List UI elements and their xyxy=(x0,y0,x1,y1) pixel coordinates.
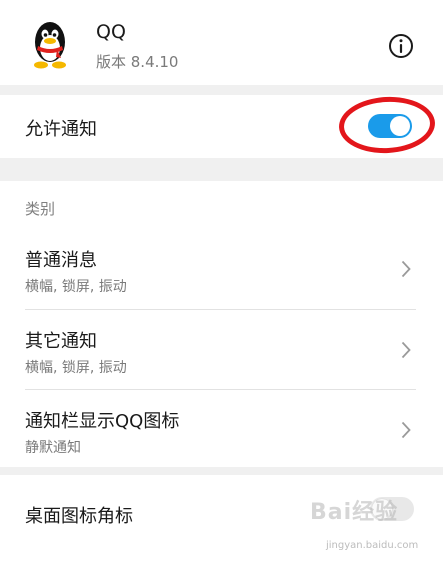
baidu-watermark: Bai经验 xyxy=(310,500,399,525)
desktop-badge-label: 桌面图标角标 xyxy=(25,506,133,527)
category-row-other-notifications[interactable]: 其它通知 横幅, 锁屏, 振动 xyxy=(0,327,443,407)
app-version: 版本 8.4.10 xyxy=(96,53,179,71)
category-title: 其它通知 xyxy=(25,331,97,352)
app-header: QQ 版本 8.4.10 xyxy=(0,0,443,85)
app-name: QQ xyxy=(96,21,126,43)
notification-settings-page: QQ 版本 8.4.10 允许通知 类别 普通消息 横幅, 锁屏, 振动 其它通… xyxy=(0,0,443,563)
chevron-right-icon xyxy=(401,341,411,359)
divider xyxy=(25,309,416,310)
chevron-right-icon xyxy=(401,260,411,278)
chevron-right-icon xyxy=(401,421,411,439)
category-subtitle: 横幅, 锁屏, 振动 xyxy=(25,279,127,295)
info-icon[interactable] xyxy=(388,33,414,59)
category-subtitle: 静默通知 xyxy=(25,440,81,456)
baidu-watermark-url: jingyan.baidu.com xyxy=(326,540,419,551)
category-title: 通知栏显示QQ图标 xyxy=(25,411,180,432)
category-title: 普通消息 xyxy=(25,250,97,271)
allow-notifications-label: 允许通知 xyxy=(25,119,97,140)
category-subtitle: 横幅, 锁屏, 振动 xyxy=(25,360,127,376)
divider xyxy=(25,389,416,390)
categories-section: 类别 普通消息 横幅, 锁屏, 振动 其它通知 横幅, 锁屏, 振动 通知栏显示… xyxy=(0,181,443,467)
section-title-categories: 类别 xyxy=(25,200,56,218)
qq-penguin-icon xyxy=(34,22,66,69)
category-row-normal-messages[interactable]: 普通消息 横幅, 锁屏, 振动 xyxy=(0,246,443,326)
